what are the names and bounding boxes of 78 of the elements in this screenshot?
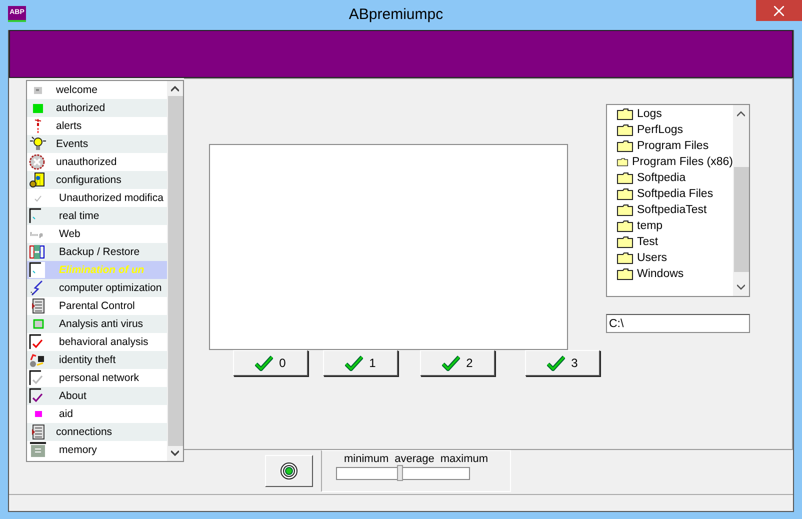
image-icon — [34, 86, 42, 94]
folder-icon — [617, 156, 628, 168]
folder-name[interactable]: Program Files — [637, 140, 709, 152]
folder-icon — [617, 188, 633, 200]
list-icon — [29, 298, 47, 314]
window-title: ABpremiumpc — [348, 5, 444, 25]
folder-name[interactable]: Softpedia — [637, 172, 686, 184]
action-button[interactable]: 3 — [525, 350, 600, 376]
square-icon — [32, 319, 44, 329]
folder-icon — [617, 204, 633, 216]
scroll-down-icon[interactable] — [171, 450, 179, 456]
check-icon — [442, 355, 460, 371]
navigation-item[interactable]: behavioral analysis — [27, 333, 167, 351]
warning-icon — [34, 118, 42, 134]
folder-icon — [617, 252, 633, 264]
slider-thumb[interactable] — [397, 465, 404, 481]
navigation-item[interactable]: welcome — [27, 81, 167, 99]
light-bulb-icon — [29, 136, 47, 152]
scroll-up-icon[interactable] — [737, 111, 745, 117]
target-icon — [280, 462, 298, 480]
navigation-item[interactable]: personal network — [27, 369, 167, 387]
scrollbar[interactable] — [167, 81, 183, 461]
path-field[interactable]: C:\ — [606, 314, 750, 333]
folder-name[interactable]: Logs — [637, 108, 662, 120]
navigation-item[interactable]: Backup / Restore — [27, 243, 167, 261]
navigation-item[interactable]: Analysis anti virus — [27, 315, 167, 333]
action-button[interactable]: 2 — [420, 350, 495, 376]
navigation-item[interactable]: aid — [27, 405, 167, 423]
document-icon — [29, 172, 47, 188]
slider-label: minimum — [344, 453, 389, 465]
folder-icon — [617, 172, 633, 184]
navigation-item[interactable]: Events — [27, 135, 167, 153]
navigation-item[interactable]: connections — [27, 423, 167, 441]
slider-label: average — [394, 453, 434, 465]
close-icon — [774, 6, 784, 16]
navigation-item[interactable]: Unauthorized modifica — [27, 189, 167, 207]
folder-icon — [617, 268, 633, 280]
folder-name[interactable]: SoftpediaTest — [637, 204, 707, 216]
navigation-item[interactable]: real time — [27, 207, 167, 225]
folder-icon — [617, 220, 633, 232]
scroll-down-icon[interactable] — [737, 284, 745, 290]
folder-icon — [617, 108, 633, 120]
check-icon — [255, 355, 274, 371]
folder-icon — [617, 140, 633, 152]
navigation-item[interactable]: Web — [27, 225, 167, 243]
navigation-item[interactable]: unauthorized — [27, 153, 167, 171]
square-icon — [34, 411, 42, 417]
folder-name[interactable]: PerfLogs — [637, 124, 684, 136]
close-button[interactable] — [756, 0, 802, 21]
navigation-item[interactable]: configurations — [27, 171, 167, 189]
navigation-item[interactable]: alerts — [27, 117, 167, 135]
action-button[interactable]: 0 — [233, 350, 308, 376]
navigation-item[interactable]: identity theft — [27, 351, 167, 369]
navigation-item[interactable]: memory — [27, 441, 167, 459]
scroll-up-icon[interactable] — [171, 86, 179, 92]
stop-icon — [29, 154, 47, 170]
navigation-item[interactable]: About — [27, 387, 167, 405]
square-icon — [33, 104, 43, 112]
folder-name[interactable]: temp — [637, 220, 663, 232]
folder-name[interactable]: Users — [637, 252, 668, 264]
action-button[interactable]: 1 — [323, 350, 398, 376]
scrollbar[interactable] — [733, 105, 749, 296]
folder-name[interactable]: Test — [637, 236, 658, 248]
start-button[interactable] — [265, 455, 313, 487]
slider-label: maximum — [440, 453, 488, 465]
navigation-item[interactable]: authorized — [27, 99, 167, 117]
folder-name[interactable]: Program Files (x86) — [632, 156, 733, 168]
check-icon — [34, 194, 42, 202]
check-icon — [345, 355, 364, 371]
list-icon — [29, 424, 47, 440]
navigation-item[interactable]: Parental Control — [27, 297, 167, 315]
check-icon — [547, 355, 566, 371]
backup-icon — [29, 244, 47, 260]
navigation-item[interactable]: computer optimization — [27, 279, 167, 297]
folder-icon — [617, 236, 633, 248]
folder-name[interactable]: Windows — [637, 268, 684, 280]
folder-icon — [617, 124, 633, 136]
folder-name[interactable]: Softpedia Files — [637, 188, 714, 200]
